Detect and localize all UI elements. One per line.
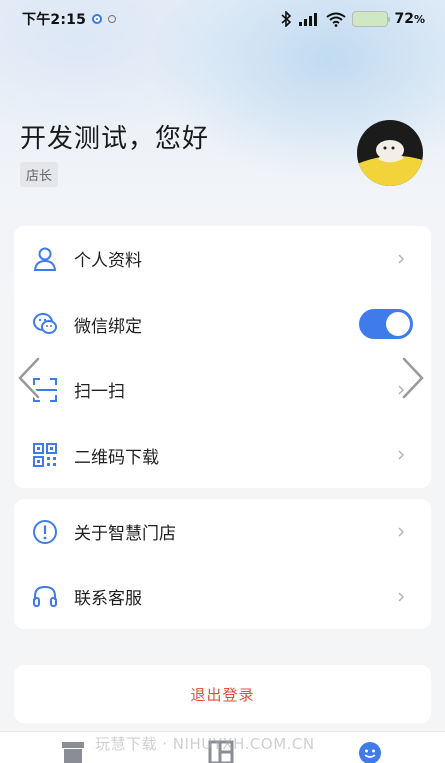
qrcode-icon [32, 442, 58, 468]
menu-item-label: 联系客服 [74, 589, 142, 609]
menu-item-profile[interactable]: 个人资料 [14, 226, 431, 292]
menu-item-about[interactable]: 关于智慧门店 [14, 499, 431, 564]
next-arrow-icon[interactable] [398, 356, 428, 400]
wechat-icon [32, 311, 58, 337]
avatar[interactable] [357, 120, 423, 186]
chevron-right-icon [398, 254, 405, 264]
menu-card-primary: 个人资料 微信绑定 扫一扫 二维码下载 [14, 226, 431, 488]
menu-item-label: 微信绑定 [74, 316, 142, 337]
user-icon [32, 246, 58, 272]
store-tab-icon[interactable] [60, 739, 86, 763]
chevron-right-icon [398, 526, 405, 537]
info-icon [32, 519, 58, 545]
page-title: 开发测试，您好 [20, 124, 210, 154]
menu-item-qrcode[interactable]: 二维码下载 [14, 423, 431, 489]
wifi-icon [326, 12, 347, 27]
notification-icon [92, 14, 103, 24]
toggle-knob [386, 312, 410, 337]
battery-icon [352, 11, 391, 27]
status-time: 下午2:15 [22, 12, 87, 28]
menu-item-support[interactable]: 联系客服 [14, 564, 431, 629]
battery-percent: 72 [394, 11, 414, 27]
role-badge: 店长 [20, 162, 59, 187]
sync-icon [108, 15, 117, 23]
previous-arrow-icon[interactable] [14, 356, 44, 400]
menu-card-secondary: 关于智慧门店 联系客服 [14, 499, 431, 629]
menu-item-label: 个人资料 [74, 251, 142, 272]
menu-item-label: 扫一扫 [74, 382, 125, 403]
watermark: 玩慧下载 · NIHUYXH.COM.CN [95, 735, 315, 753]
wechat-bind-toggle[interactable] [359, 309, 413, 340]
status-bar: 下午2:15 72% [0, 0, 445, 38]
menu-item-wechat: 微信绑定 [14, 292, 431, 358]
chevron-right-icon [398, 450, 405, 460]
menu-item-scan[interactable]: 扫一扫 [14, 357, 431, 423]
chevron-right-icon [398, 591, 405, 602]
logout-button[interactable]: 退出登录 [14, 665, 431, 723]
headset-icon [32, 584, 58, 610]
profile-tab-icon[interactable] [357, 739, 383, 763]
signal-icon [299, 13, 318, 26]
menu-item-label: 二维码下载 [74, 447, 159, 468]
bluetooth-icon [281, 11, 292, 27]
battery-unit: % [413, 13, 425, 26]
menu-item-label: 关于智慧门店 [74, 524, 176, 544]
